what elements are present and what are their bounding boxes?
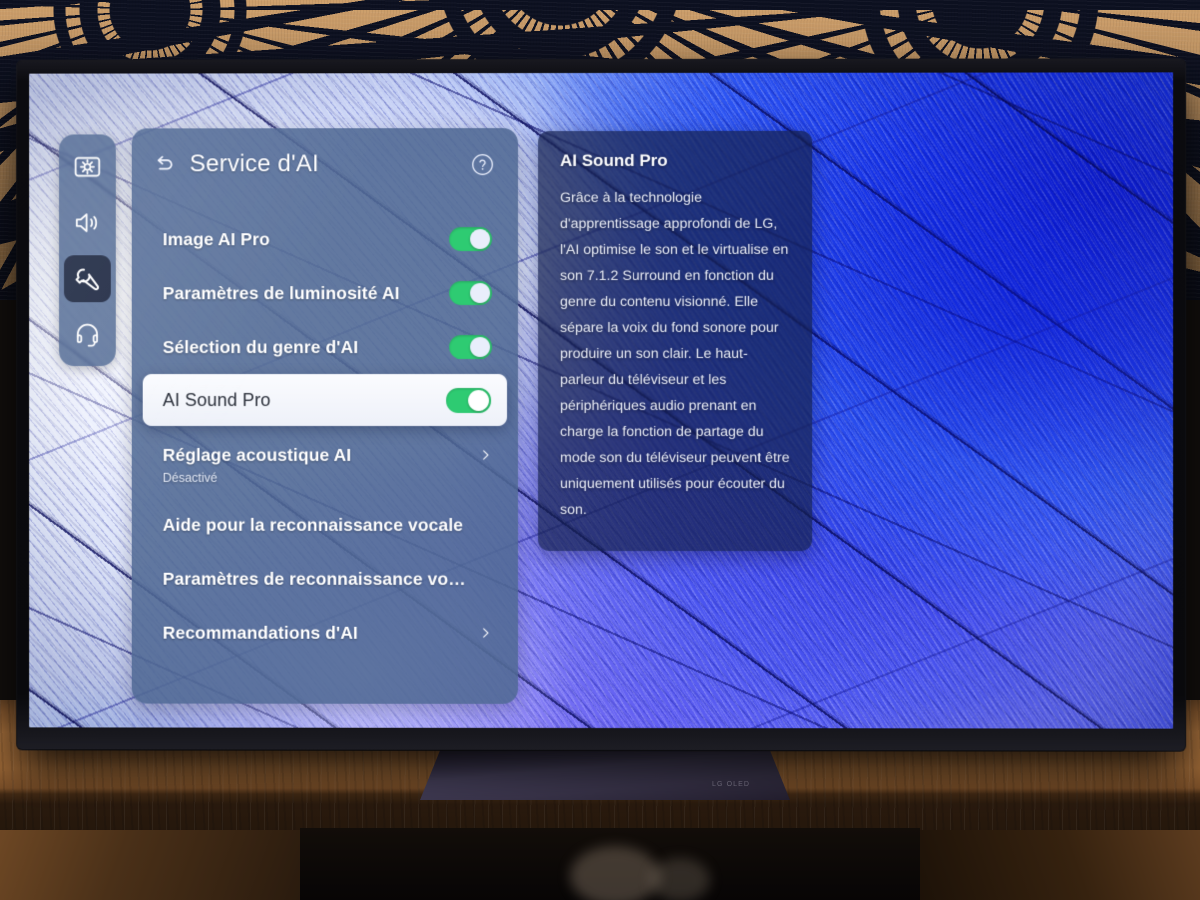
sidebar-item-sound[interactable] — [64, 199, 111, 246]
ai-service-panel: Service d'AI Image AI Pro Paramètres de … — [131, 128, 519, 704]
room-photo: LG OLED Service d'AI Image AI Pro Paramè… — [0, 0, 1200, 900]
television: Service d'AI Image AI Pro Paramètres de … — [17, 59, 1186, 751]
list-item-label: Paramètres de reconnaissance vo… — [162, 568, 466, 589]
list-item-label: Sélection du genre d'AI — [162, 336, 359, 357]
tv-stand-plate — [420, 745, 790, 800]
wrench-general-icon — [73, 264, 102, 293]
toggle-switch[interactable] — [449, 281, 493, 306]
sidebar-item-picture[interactable] — [64, 143, 111, 190]
toggle-switch[interactable] — [449, 335, 493, 360]
list-item-label: Recommandations d'AI — [162, 622, 358, 643]
list-item[interactable]: Paramètres de reconnaissance vo… — [132, 552, 518, 606]
list-item-label: Paramètres de luminosité AI — [162, 282, 400, 303]
console-shelf-right — [920, 830, 1200, 900]
tv-bezel: Service d'AI Image AI Pro Paramètres de … — [17, 59, 1186, 751]
list-item-label: Aide pour la reconnaissance vocale — [162, 514, 464, 535]
headset-support-icon — [73, 320, 102, 349]
sidebar-item-support[interactable] — [64, 311, 111, 358]
list-item-label: AI Sound Pro — [162, 389, 271, 410]
lg-oled-logo: LG OLED — [712, 781, 751, 788]
settings-category-rail — [59, 134, 116, 367]
help-circle-icon[interactable] — [471, 153, 494, 176]
sidebar-item-general[interactable] — [63, 255, 111, 303]
back-arrow-icon[interactable] — [151, 151, 177, 177]
description-panel: AI Sound Pro Grâce à la technologie d'ap… — [538, 130, 813, 552]
list-item[interactable]: Paramètres de luminosité AI — [132, 266, 518, 320]
panel-header: Service d'AI — [132, 128, 518, 200]
chevron-right-icon — [479, 445, 492, 465]
list-item-label: Réglage acoustique AI — [162, 444, 352, 465]
toggle-switch[interactable] — [449, 227, 493, 252]
settings-osd: Service d'AI Image AI Pro Paramètres de … — [29, 72, 1173, 728]
list-item[interactable]: Aide pour la reconnaissance vocale — [132, 498, 518, 552]
list-item[interactable]: Image AI Pro — [132, 212, 518, 266]
list-item[interactable]: Recommandations d'AI — [132, 606, 518, 660]
console-shelf-left — [0, 830, 300, 900]
tv-screen: Service d'AI Image AI Pro Paramètres de … — [29, 72, 1174, 729]
description-title: AI Sound Pro — [560, 150, 668, 171]
list-item-label: Image AI Pro — [162, 228, 270, 249]
list-item[interactable]: Sélection du genre d'AI — [132, 320, 518, 374]
list-item-selected[interactable]: AI Sound Pro — [142, 374, 508, 426]
list-item-subtitle: Désactivé — [162, 470, 218, 485]
speaker-sound-icon — [73, 208, 102, 237]
console-open-shelf — [300, 828, 920, 900]
toggle-switch[interactable] — [446, 387, 492, 413]
chevron-right-icon — [479, 623, 492, 643]
page-title: Service d'AI — [189, 150, 319, 178]
picture-brightness-icon — [73, 152, 102, 181]
settings-list: Image AI Pro Paramètres de luminosité AI… — [132, 200, 518, 660]
description-body: Grâce à la technologie d'apprentissage a… — [560, 189, 790, 518]
list-item[interactable]: Réglage acoustique AI Désactivé — [132, 436, 518, 498]
